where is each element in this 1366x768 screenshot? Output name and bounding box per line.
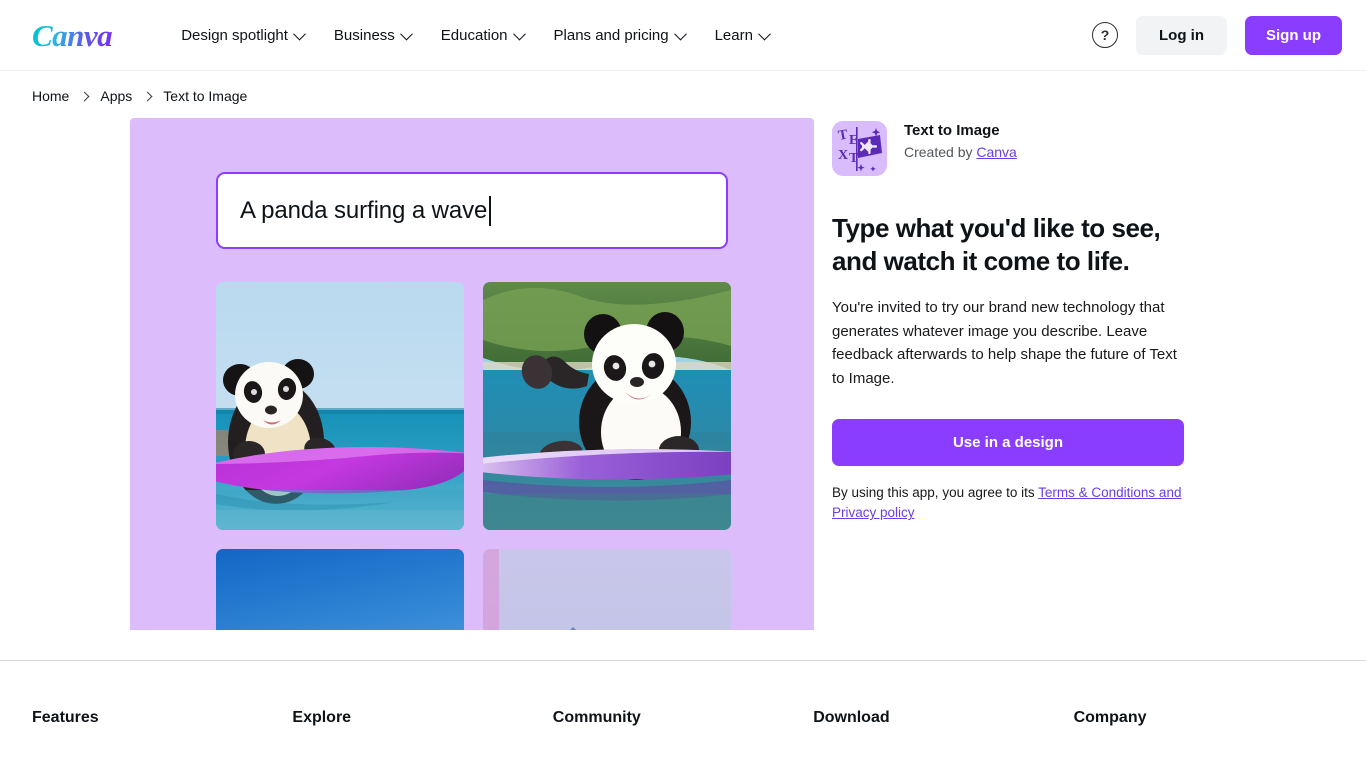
generated-image-grid <box>216 282 728 630</box>
chevron-right-icon <box>143 91 153 101</box>
generated-image-2[interactable] <box>483 282 731 530</box>
main-nav: Design spotlight Business Education Plan… <box>166 18 784 53</box>
chevron-down-icon <box>400 27 413 40</box>
svg-text:X: X <box>838 148 848 163</box>
prompt-input[interactable]: A panda surfing a wave <box>216 172 728 249</box>
log-in-button[interactable]: Log in <box>1136 16 1227 55</box>
chevron-down-icon <box>758 27 771 40</box>
footer-heading-community: Community <box>553 709 813 727</box>
nav-label: Business <box>334 27 395 44</box>
app-title-block: Text to Image Created by Canva <box>904 121 1017 160</box>
footer-heading-company: Company <box>1074 709 1334 727</box>
chevron-down-icon <box>513 27 526 40</box>
app-header: T E X T <box>832 121 1184 176</box>
app-name: Text to Image <box>904 121 1017 141</box>
nav-item-design-spotlight[interactable]: Design spotlight <box>166 18 319 53</box>
nav-item-plans-and-pricing[interactable]: Plans and pricing <box>539 18 700 53</box>
generated-image-3[interactable] <box>216 549 464 630</box>
breadcrumb-item-apps[interactable]: Apps <box>100 88 132 104</box>
text-to-image-app-icon: T E X T <box>832 121 887 176</box>
nav-label: Learn <box>715 27 753 44</box>
app-author-link[interactable]: Canva <box>976 144 1016 160</box>
text-caret <box>489 196 491 226</box>
app-preview-wrapper: A panda surfing a wave <box>32 118 832 630</box>
page-title: Type what you'd like to see, and watch i… <box>832 212 1184 278</box>
footer-heading-download: Download <box>813 709 1073 727</box>
terms-notice: By using this app, you agree to its Term… <box>832 483 1184 524</box>
nav-label: Plans and pricing <box>554 27 669 44</box>
app-preview-canvas: A panda surfing a wave <box>130 118 814 630</box>
terms-prefix: By using this app, you agree to its <box>832 485 1038 500</box>
help-glyph: ? <box>1101 28 1110 42</box>
generated-image-4[interactable] <box>483 549 731 630</box>
nav-item-learn[interactable]: Learn <box>700 18 784 53</box>
nav-label: Design spotlight <box>181 27 288 44</box>
site-header: Canva Design spotlight Business Educatio… <box>0 0 1366 71</box>
chevron-down-icon <box>293 27 306 40</box>
app-author: Created by Canva <box>904 144 1017 160</box>
created-by-label: Created by <box>904 144 972 160</box>
canva-logo[interactable]: Canva <box>32 20 116 51</box>
chevron-right-icon <box>80 91 90 101</box>
sign-up-button[interactable]: Sign up <box>1245 16 1342 55</box>
help-icon[interactable]: ? <box>1092 22 1118 48</box>
site-footer: Features Explore Community Download Comp… <box>0 660 1366 727</box>
breadcrumb: Home Apps Text to Image <box>0 71 1366 118</box>
footer-heading-features: Features <box>32 709 292 727</box>
breadcrumb-item-current: Text to Image <box>163 88 247 104</box>
footer-heading-explore: Explore <box>292 709 552 727</box>
footer-columns: Features Explore Community Download Comp… <box>32 661 1334 727</box>
app-description: You're invited to try our brand new tech… <box>832 296 1184 391</box>
nav-item-education[interactable]: Education <box>426 18 539 53</box>
use-in-a-design-button[interactable]: Use in a design <box>832 419 1184 466</box>
app-info-panel: T E X T <box>832 118 1184 630</box>
nav-label: Education <box>441 27 508 44</box>
generated-image-1[interactable] <box>216 282 464 530</box>
header-actions: ? Log in Sign up <box>1092 16 1342 55</box>
chevron-down-icon <box>674 27 687 40</box>
breadcrumb-item-home[interactable]: Home <box>32 88 69 104</box>
prompt-value: A panda surfing a wave <box>240 197 487 225</box>
nav-item-business[interactable]: Business <box>319 18 426 53</box>
main-content: A panda surfing a wave <box>0 118 1366 630</box>
